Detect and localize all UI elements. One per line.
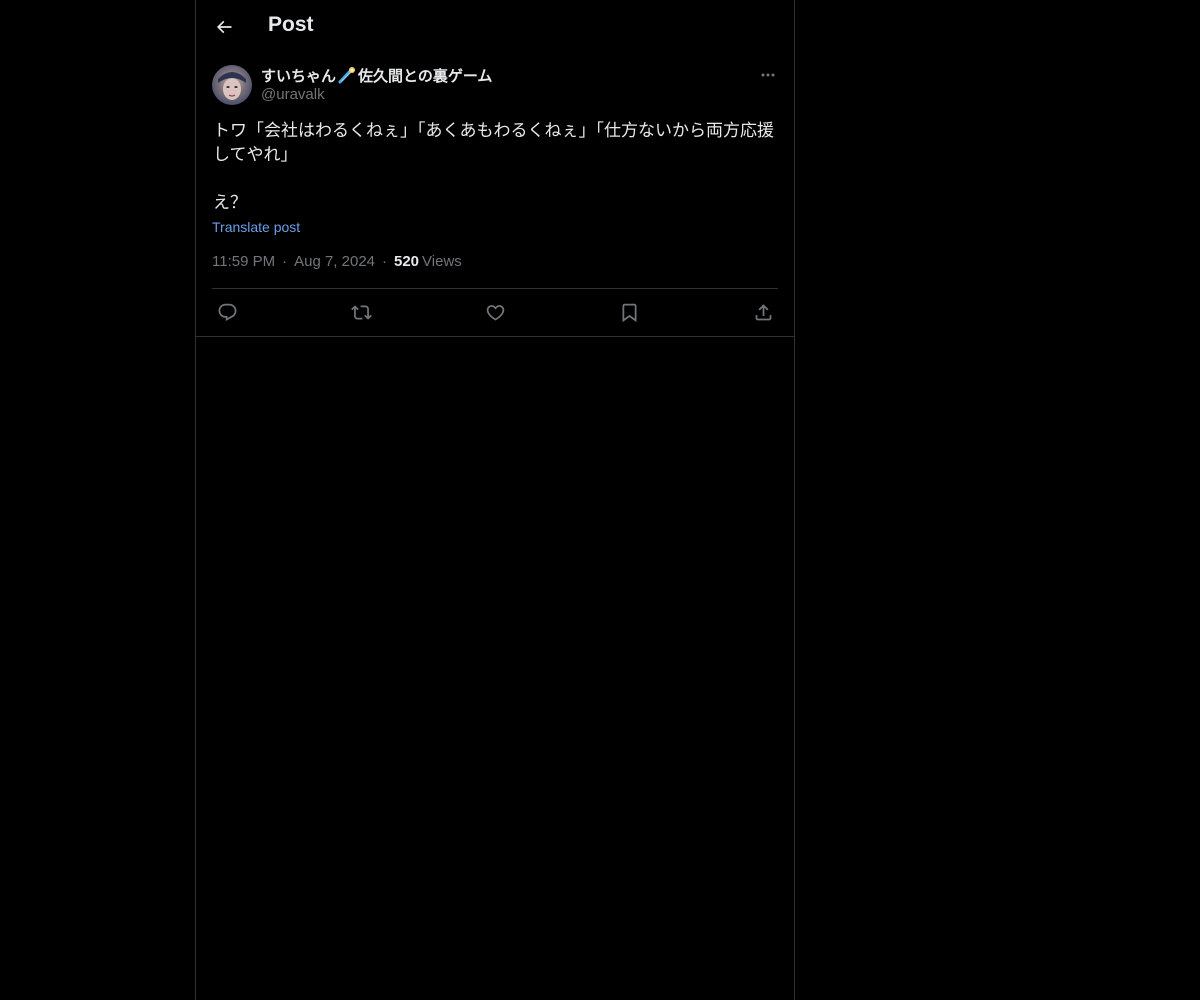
share-icon [753,302,774,323]
bookmark-button[interactable] [614,300,644,324]
author-name-suffix: 佐久間との裏ゲーム [358,67,493,85]
like-button[interactable] [480,300,510,324]
meta-separator: · [382,253,387,270]
author-handle[interactable]: @uravalk [261,86,741,103]
repost-button[interactable] [346,300,376,324]
page-title: Post [268,13,314,36]
bookmark-icon [619,302,640,323]
author-block: すいちゃん 佐久間との裏ゲーム @uravalk [261,65,741,103]
avatar[interactable] [212,65,252,105]
post-date[interactable]: Aug 7, 2024 [294,253,375,270]
translate-post-link[interactable]: Translate post [212,219,300,235]
arrow-left-icon [214,17,234,37]
divider [212,288,778,289]
post-column: Post すいちゃん 佐久間との裏ゲーム @uravalk トワ「会社はわるくね… [195,0,795,1000]
views-count: 520 [394,253,420,270]
back-button[interactable] [208,10,240,44]
more-horizontal-icon [760,67,776,83]
reply-icon [217,302,238,323]
meta-separator: · [282,253,288,270]
author-name-prefix: すいちゃん [261,67,337,85]
post-text: トワ「会社はわるくねぇ」「あくあもわるくねぇ」「仕方ないから両方応援してやれ」 … [213,121,774,213]
post-bottom-border [196,336,794,337]
action-bar [212,300,778,324]
reply-button[interactable] [212,300,242,324]
more-options-button[interactable] [756,64,780,86]
heart-icon [485,302,506,323]
post-time[interactable]: 11:59 PM [212,253,275,270]
author-name[interactable]: すいちゃん 佐久間との裏ゲーム [261,65,741,85]
post-meta: 11:59 PM · Aug 7, 2024 · 520 Views [212,253,462,270]
comet-icon [338,66,356,84]
share-button[interactable] [748,300,778,324]
header: Post [196,0,794,53]
views-label: Views [422,253,462,270]
repost-icon [350,302,372,323]
